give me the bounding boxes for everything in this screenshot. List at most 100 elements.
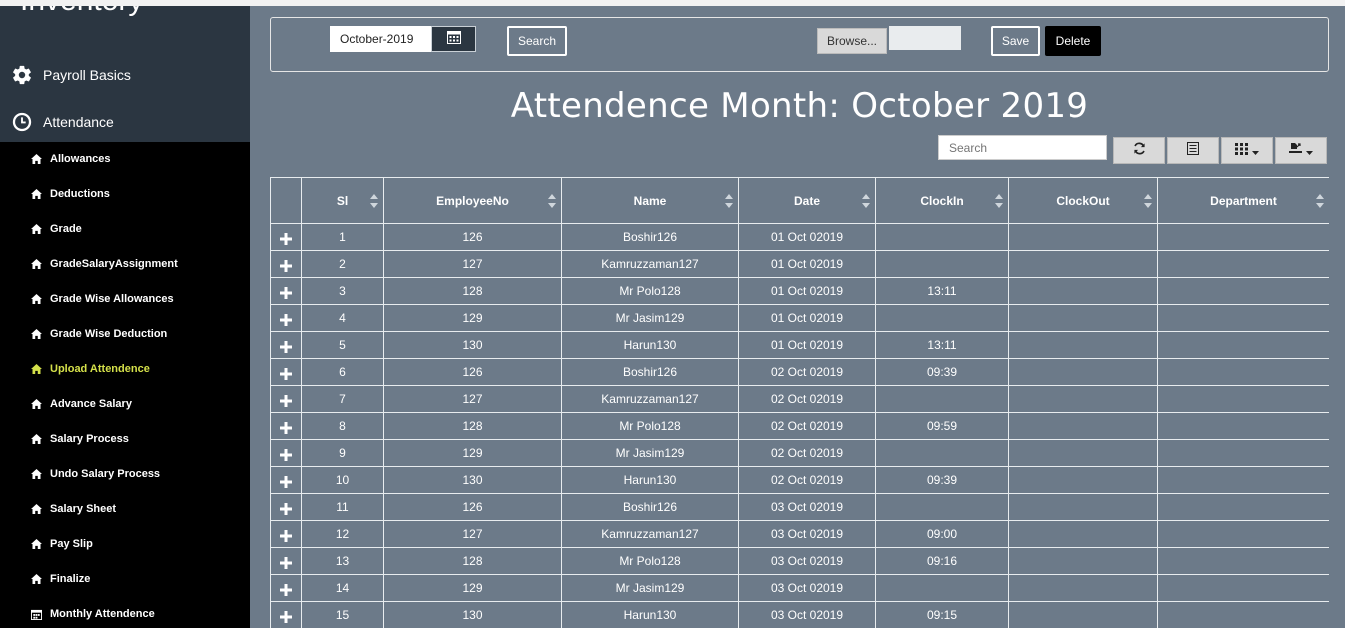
table-row[interactable]: 14 129 Mr Jasim129 03 Oct 02019 <box>270 574 1329 602</box>
expand-row-button[interactable] <box>270 439 302 467</box>
table-row[interactable]: 15 130 Harun130 03 Oct 02019 09:15 <box>270 601 1329 628</box>
expand-row-button[interactable] <box>270 304 302 332</box>
sidebar-item-undo-salary-process[interactable]: Undo Salary Process <box>30 464 160 484</box>
sidebar-item-salary-sheet[interactable]: Salary Sheet <box>30 499 116 519</box>
column-header-date[interactable]: Date <box>738 177 876 224</box>
browse-button[interactable]: Browse... <box>817 28 887 54</box>
expand-row-button[interactable] <box>270 574 302 602</box>
sidebar-item-salary-process[interactable]: Salary Process <box>30 429 129 449</box>
cell-sl: 8 <box>301 412 384 440</box>
cell-department <box>1157 547 1329 575</box>
sidebar-item-label: Grade Wise Deduction <box>50 328 168 340</box>
sidebar-item-grade-wise-allowances[interactable]: Grade Wise Allowances <box>30 289 174 309</box>
home-icon <box>30 573 42 585</box>
sidebar-item-monthly-attendence[interactable]: Monthly Attendence <box>30 604 155 624</box>
expand-row-button[interactable] <box>270 547 302 575</box>
cell-date: 01 Oct 02019 <box>738 277 876 305</box>
cell-sl: 6 <box>301 358 384 386</box>
plus-icon <box>280 611 292 623</box>
cell-name: Mr Polo128 <box>561 277 739 305</box>
table-row[interactable]: 13 128 Mr Polo128 03 Oct 02019 09:16 <box>270 547 1329 575</box>
cell-employee-no: 127 <box>383 250 562 278</box>
table-row[interactable]: 5 130 Harun130 01 Oct 02019 13:11 <box>270 331 1329 359</box>
expand-row-button[interactable] <box>270 331 302 359</box>
expand-row-button[interactable] <box>270 358 302 386</box>
home-icon <box>30 258 42 270</box>
table-row[interactable]: 8 128 Mr Polo128 02 Oct 02019 09:59 <box>270 412 1329 440</box>
table-row[interactable]: 3 128 Mr Polo128 01 Oct 02019 13:11 <box>270 277 1329 305</box>
sidebar-item-label: Deductions <box>50 188 110 200</box>
expand-row-button[interactable] <box>270 493 302 521</box>
cell-name: Boshir126 <box>561 223 739 251</box>
expand-row-button[interactable] <box>270 412 302 440</box>
sidebar-item-grade-salary-assignment[interactable]: GradeSalaryAssignment <box>30 254 178 274</box>
expand-row-button[interactable] <box>270 250 302 278</box>
expand-row-button[interactable] <box>270 520 302 548</box>
column-header-name[interactable]: Name <box>561 177 739 224</box>
plus-icon <box>280 557 292 569</box>
sidebar-item-label: Salary Sheet <box>50 503 117 515</box>
cell-employee-no: 126 <box>383 493 562 521</box>
cell-clock-out <box>1008 277 1158 305</box>
cell-date: 01 Oct 02019 <box>738 304 876 332</box>
caret-down-icon <box>1252 142 1259 160</box>
sidebar-item-label: Grade Wise Allowances <box>50 293 174 305</box>
file-name-field[interactable] <box>889 26 961 50</box>
table-row[interactable]: 11 126 Boshir126 03 Oct 02019 <box>270 493 1329 521</box>
sidebar-item-pay-slip[interactable]: Pay Slip <box>30 534 93 554</box>
table-row[interactable]: 12 127 Kamruzzaman127 03 Oct 02019 09:00 <box>270 520 1329 548</box>
table-row[interactable]: 6 126 Boshir126 02 Oct 02019 09:39 <box>270 358 1329 386</box>
expand-row-button[interactable] <box>270 223 302 251</box>
search-button[interactable]: Search <box>507 26 567 56</box>
sidebar-item-advance-salary[interactable]: Advance Salary <box>30 394 132 414</box>
table-row[interactable]: 9 129 Mr Jasim129 02 Oct 02019 <box>270 439 1329 467</box>
delete-button[interactable]: Delete <box>1045 26 1101 56</box>
home-icon <box>30 433 42 445</box>
table-row[interactable]: 10 130 Harun130 02 Oct 02019 09:39 <box>270 466 1329 494</box>
sidebar-item-upload-attendence[interactable]: Upload Attendence <box>30 359 150 379</box>
cell-employee-no: 126 <box>383 223 562 251</box>
cell-employee-no: 130 <box>383 601 562 628</box>
sidebar-section-attendance[interactable]: Attendance <box>10 108 114 136</box>
cell-clock-out <box>1008 331 1158 359</box>
column-header-clock-in[interactable]: ClockIn <box>875 177 1009 224</box>
month-input[interactable]: October-2019 <box>330 26 431 52</box>
expand-row-button[interactable] <box>270 466 302 494</box>
cell-name: Harun130 <box>561 601 739 628</box>
sort-icon <box>862 194 870 208</box>
calendar-button[interactable] <box>431 26 476 52</box>
sidebar-item-deductions[interactable]: Deductions <box>30 184 110 204</box>
expand-row-button[interactable] <box>270 385 302 413</box>
cell-employee-no: 129 <box>383 574 562 602</box>
sidebar-item-allowances[interactable]: Allowances <box>30 149 111 169</box>
column-header-employee-no[interactable]: EmployeeNo <box>383 177 562 224</box>
cell-sl: 2 <box>301 250 384 278</box>
cell-name: Boshir126 <box>561 358 739 386</box>
columns-dropdown-button[interactable] <box>1221 137 1273 164</box>
save-button[interactable]: Save <box>991 26 1040 56</box>
column-header-clock-out[interactable]: ClockOut <box>1008 177 1158 224</box>
refresh-button[interactable] <box>1113 137 1165 164</box>
cell-clock-out <box>1008 250 1158 278</box>
sidebar-item-finalize[interactable]: Finalize <box>30 569 90 589</box>
table-search-input[interactable] <box>938 135 1107 160</box>
attendance-table-container: Sl EmployeeNo Name Date ClockIn ClockOut… <box>270 177 1329 628</box>
column-header-department[interactable]: Department <box>1157 177 1329 224</box>
table-row[interactable]: 7 127 Kamruzzaman127 02 Oct 02019 <box>270 385 1329 413</box>
sidebar-section-payroll-basics[interactable]: Payroll Basics <box>10 61 131 89</box>
export-dropdown-button[interactable] <box>1275 137 1327 164</box>
home-icon <box>30 188 42 200</box>
sidebar-item-grade[interactable]: Grade <box>30 219 82 239</box>
cell-department <box>1157 277 1329 305</box>
expand-row-button[interactable] <box>270 277 302 305</box>
table-row[interactable]: 4 129 Mr Jasim129 01 Oct 02019 <box>270 304 1329 332</box>
grid-icon <box>1235 142 1248 160</box>
column-header-sl[interactable]: Sl <box>301 177 384 224</box>
list-icon <box>1187 141 1199 160</box>
toggle-view-button[interactable] <box>1167 137 1219 164</box>
table-row[interactable]: 1 126 Boshir126 01 Oct 02019 <box>270 223 1329 251</box>
expand-row-button[interactable] <box>270 601 302 628</box>
table-row[interactable]: 2 127 Kamruzzaman127 01 Oct 02019 <box>270 250 1329 278</box>
sidebar-item-grade-wise-deduction[interactable]: Grade Wise Deduction <box>30 324 167 344</box>
home-icon <box>30 503 42 515</box>
